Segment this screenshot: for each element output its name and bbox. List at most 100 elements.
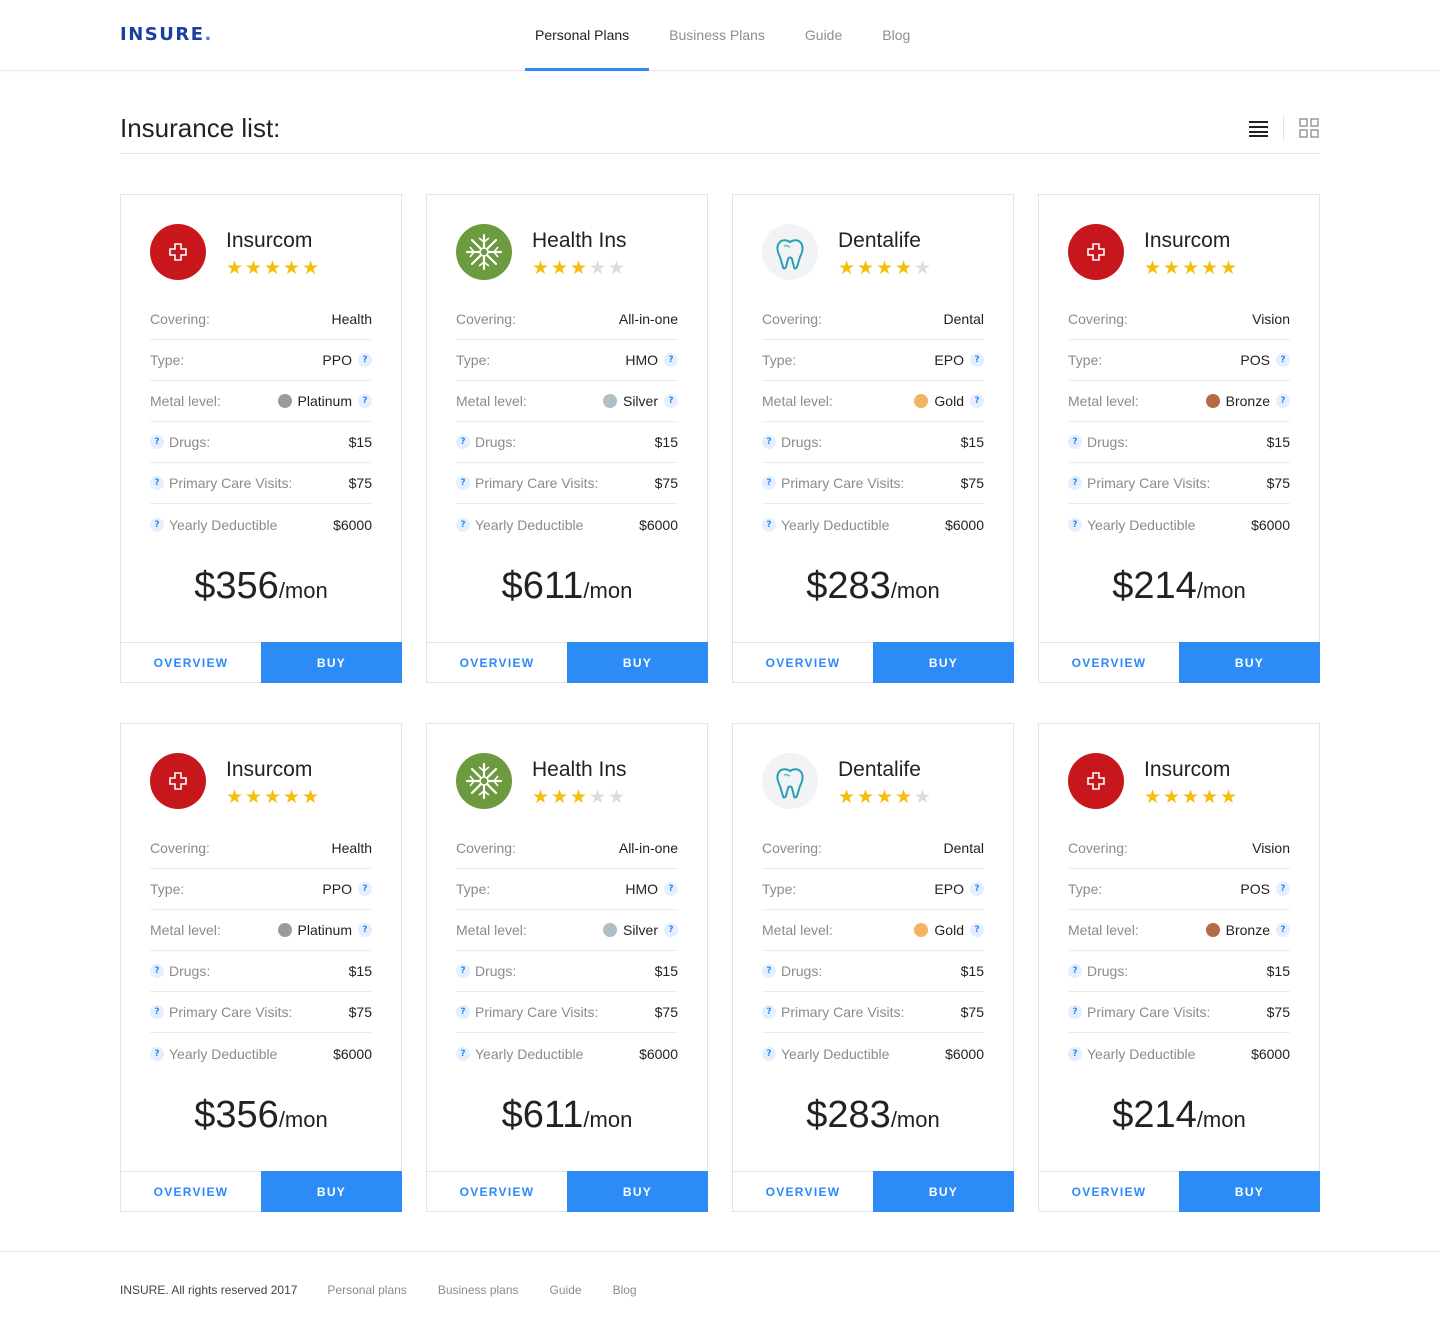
covering-value: Vision <box>1252 311 1290 327</box>
help-icon[interactable]: ? <box>762 476 776 490</box>
buy-button[interactable]: BUY <box>567 642 708 683</box>
nav-personal-plans[interactable]: Personal Plans <box>515 0 650 71</box>
brand-logo[interactable]: INSURE. <box>120 24 213 45</box>
primary-care-label: Primary Care Visits: <box>169 1004 293 1020</box>
type-label: Type: <box>456 352 491 368</box>
row-deductible: ? Yearly Deductible $6000 <box>762 504 984 545</box>
buy-button[interactable]: BUY <box>261 1171 402 1212</box>
overview-button[interactable]: OVERVIEW <box>426 642 567 683</box>
help-icon[interactable]: ? <box>456 964 470 978</box>
help-icon[interactable]: ? <box>150 964 164 978</box>
help-icon[interactable]: ? <box>762 517 776 532</box>
type-value: POS <box>1240 881 1270 897</box>
help-icon[interactable]: ? <box>1068 1005 1082 1019</box>
help-icon[interactable]: ? <box>1276 394 1290 408</box>
monthly-price: $283/mon <box>733 1094 1013 1137</box>
primary-care-label: Primary Care Visits: <box>169 475 293 491</box>
buy-button[interactable]: BUY <box>873 642 1014 683</box>
help-icon[interactable]: ? <box>664 923 678 937</box>
buy-button[interactable]: BUY <box>567 1171 708 1212</box>
help-icon[interactable]: ? <box>762 1005 776 1019</box>
help-icon[interactable]: ? <box>456 1046 470 1061</box>
help-icon[interactable]: ? <box>456 476 470 490</box>
footer-link-business-plans[interactable]: Business plans <box>438 1283 519 1297</box>
help-icon[interactable]: ? <box>150 435 164 449</box>
help-icon[interactable]: ? <box>762 1046 776 1061</box>
nav-blog[interactable]: Blog <box>862 0 930 70</box>
buy-button[interactable]: BUY <box>1179 1171 1320 1212</box>
main-nav: Personal Plans Business Plans Guide Blog <box>515 0 930 71</box>
help-icon[interactable]: ? <box>664 394 678 408</box>
help-icon[interactable]: ? <box>970 394 984 408</box>
tooth-logo <box>762 753 818 809</box>
overview-button[interactable]: OVERVIEW <box>1038 1171 1179 1212</box>
row-covering: Covering: Health <box>150 299 372 340</box>
footer-link-blog[interactable]: Blog <box>613 1283 637 1297</box>
help-icon[interactable]: ? <box>762 964 776 978</box>
help-icon[interactable]: ? <box>970 353 984 367</box>
price-value: $356 <box>194 1094 279 1136</box>
help-icon[interactable]: ? <box>358 923 372 937</box>
drugs-label: Drugs: <box>169 434 211 450</box>
row-primary-care: ? Primary Care Visits: $75 <box>762 992 984 1033</box>
help-icon[interactable]: ? <box>664 882 678 896</box>
drugs-label: Drugs: <box>475 434 517 450</box>
row-type: Type: POS? <box>1068 340 1290 381</box>
grid-view-icon[interactable] <box>1298 117 1320 139</box>
insurance-card: Dentalife ★ ★ ★ ★ ★ Covering: Dental Type: EPO? Me… <box>732 723 1014 1212</box>
covering-label: Covering: <box>762 311 822 327</box>
primary-care-value: $75 <box>348 475 372 491</box>
help-icon[interactable]: ? <box>1276 882 1290 896</box>
help-icon[interactable]: ? <box>150 1046 164 1061</box>
help-icon[interactable]: ? <box>456 1005 470 1019</box>
overview-button[interactable]: OVERVIEW <box>1038 642 1179 683</box>
metal-label: Metal level: <box>150 922 221 938</box>
buy-button[interactable]: BUY <box>1179 642 1320 683</box>
help-icon[interactable]: ? <box>358 882 372 896</box>
insurance-card: Insurcom ★ ★ ★ ★ ★ Covering: Health Type: PPO? Met… <box>120 194 402 683</box>
overview-button[interactable]: OVERVIEW <box>732 642 873 683</box>
metal-value: Gold <box>934 393 964 409</box>
help-icon[interactable]: ? <box>1276 353 1290 367</box>
help-icon[interactable]: ? <box>358 353 372 367</box>
covering-value: Health <box>331 840 372 856</box>
row-primary-care: ? Primary Care Visits: $75 <box>1068 463 1290 504</box>
overview-button[interactable]: OVERVIEW <box>732 1171 873 1212</box>
help-icon[interactable]: ? <box>1068 1046 1082 1061</box>
help-icon[interactable]: ? <box>456 435 470 449</box>
help-icon[interactable]: ? <box>456 517 470 532</box>
type-value: PPO <box>322 881 352 897</box>
help-icon[interactable]: ? <box>1068 476 1082 490</box>
primary-care-label: Primary Care Visits: <box>781 475 905 491</box>
list-view-icon[interactable] <box>1247 117 1269 139</box>
row-deductible: ? Yearly Deductible $6000 <box>1068 504 1290 545</box>
card-company-name: Insurcom <box>226 758 313 781</box>
help-icon[interactable]: ? <box>1068 435 1082 449</box>
buy-button[interactable]: BUY <box>261 642 402 683</box>
help-icon[interactable]: ? <box>1276 923 1290 937</box>
metal-label: Metal level: <box>456 393 527 409</box>
nav-guide[interactable]: Guide <box>785 0 862 70</box>
card-actions: OVERVIEW BUY <box>732 1171 1014 1212</box>
help-icon[interactable]: ? <box>150 1005 164 1019</box>
overview-button[interactable]: OVERVIEW <box>120 642 261 683</box>
overview-button[interactable]: OVERVIEW <box>426 1171 567 1212</box>
row-drugs: ? Drugs: $15 <box>150 951 372 992</box>
metal-label: Metal level: <box>1068 393 1139 409</box>
footer-link-personal-plans[interactable]: Personal plans <box>327 1283 406 1297</box>
help-icon[interactable]: ? <box>358 394 372 408</box>
help-icon[interactable]: ? <box>150 517 164 532</box>
overview-button[interactable]: OVERVIEW <box>120 1171 261 1212</box>
help-icon[interactable]: ? <box>970 923 984 937</box>
footer-link-guide[interactable]: Guide <box>550 1283 582 1297</box>
nav-business-plans[interactable]: Business Plans <box>649 0 785 70</box>
help-icon[interactable]: ? <box>970 882 984 896</box>
help-icon[interactable]: ? <box>1068 964 1082 978</box>
help-icon[interactable]: ? <box>1068 517 1082 532</box>
help-icon[interactable]: ? <box>664 353 678 367</box>
deductible-label: Yearly Deductible <box>475 516 584 533</box>
primary-care-label: Primary Care Visits: <box>1087 475 1211 491</box>
help-icon[interactable]: ? <box>150 476 164 490</box>
help-icon[interactable]: ? <box>762 435 776 449</box>
buy-button[interactable]: BUY <box>873 1171 1014 1212</box>
